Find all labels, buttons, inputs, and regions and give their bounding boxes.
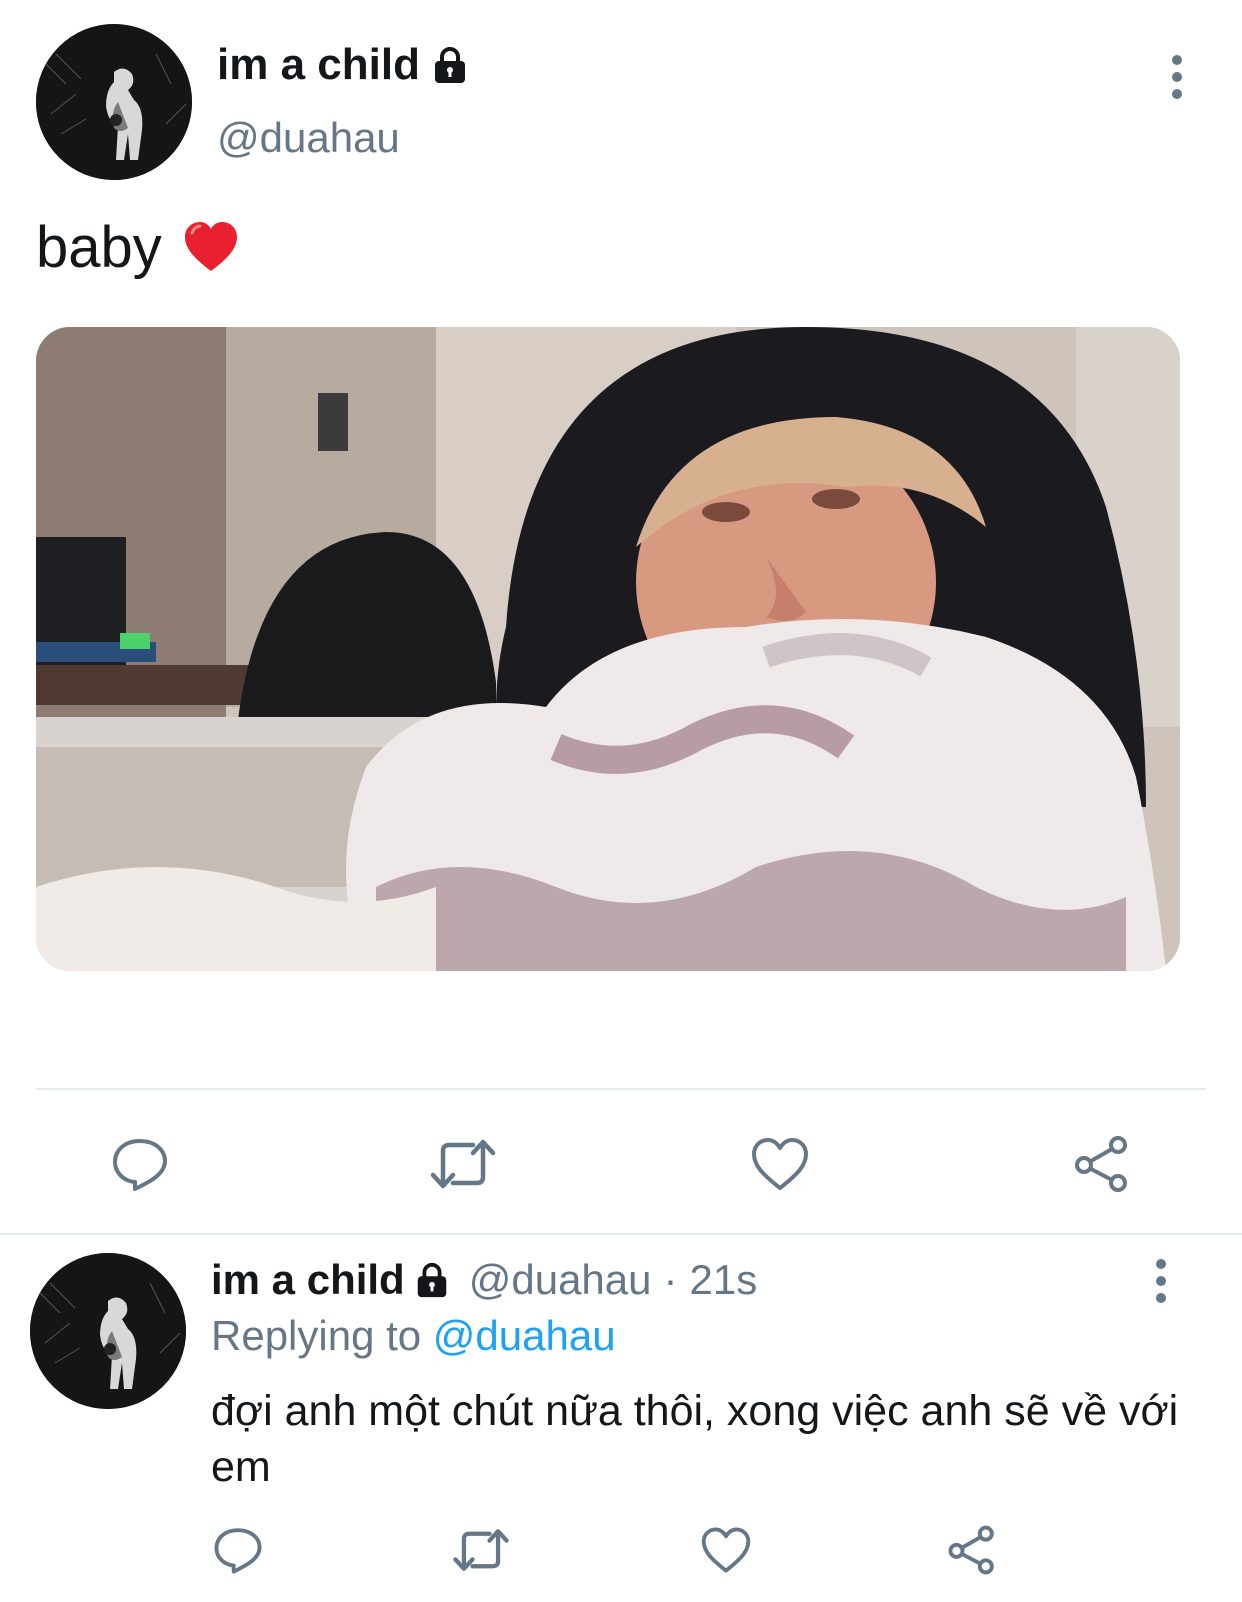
retweet-button[interactable] [428,1132,498,1196]
reply-icon [214,1528,262,1574]
reply-display-name-text: im a child [211,1256,405,1303]
lock-icon [434,47,465,83]
tweet-separator [0,1233,1242,1235]
main-handle[interactable]: @duahau [217,114,400,162]
reply-avatar[interactable] [30,1253,186,1409]
reply-display-name[interactable]: im a child [211,1256,451,1304]
reply-button[interactable] [108,1132,172,1196]
reply-header: im a child @duahau · 21s [211,1256,757,1304]
replying-to: Replying to @duahau [211,1312,616,1360]
separator-dot: · [663,1256,678,1303]
reply-icon [113,1139,167,1191]
retweet-button[interactable] [450,1522,512,1578]
retweet-icon [430,1139,496,1189]
like-button[interactable] [748,1132,812,1196]
lock-icon [417,1262,446,1298]
tweet-text-content: baby [36,215,162,280]
replying-to-prefix: Replying to [211,1312,422,1359]
red-heart-emoji-icon [184,221,237,271]
reply-button[interactable] [210,1522,266,1578]
display-name-text: im a child [217,40,420,89]
main-display-name[interactable]: im a child [217,40,470,90]
reply-timestamp[interactable]: 21s [690,1256,758,1304]
share-button[interactable] [944,1522,1000,1578]
like-icon [752,1138,808,1190]
tweet-text: baby [36,214,240,281]
tweet-media-photo[interactable] [36,327,1180,971]
divider [36,1088,1206,1090]
like-button[interactable] [698,1522,754,1578]
more-vertical-icon[interactable] [1162,52,1192,102]
reply-text: đợi anh một chút nữa thôi, xong việc anh… [211,1387,1179,1491]
share-icon [1075,1136,1127,1192]
like-icon [701,1527,751,1573]
share-button[interactable] [1070,1132,1134,1196]
share-icon [948,1525,994,1575]
more-vertical-icon[interactable] [1146,1256,1176,1306]
replying-to-link[interactable]: @duahau [433,1312,616,1359]
retweet-icon [453,1529,509,1571]
reply-handle[interactable]: @duahau [469,1256,652,1304]
main-avatar[interactable] [36,24,192,180]
